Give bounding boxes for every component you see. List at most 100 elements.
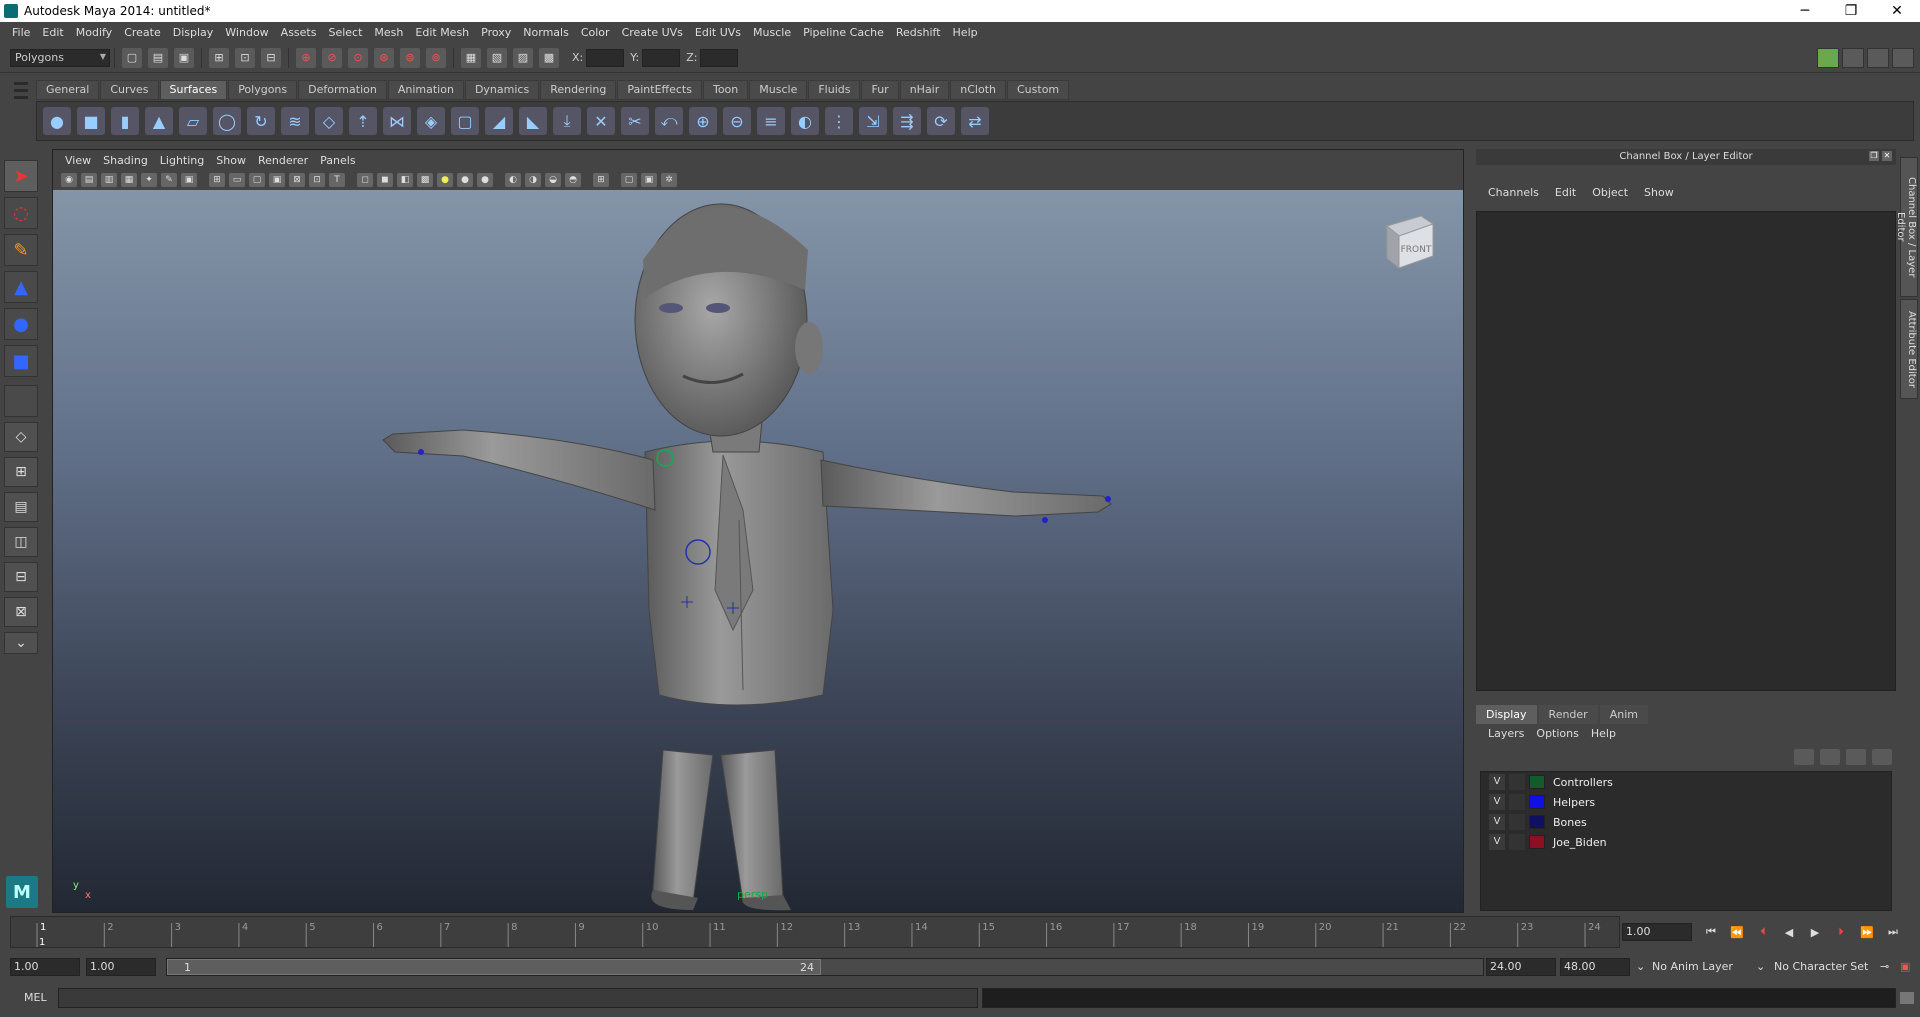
layer-tab-display[interactable]: Display [1476, 705, 1537, 724]
view-cube[interactable]: FRONT [1381, 212, 1437, 268]
attach-surfaces-icon[interactable]: ⊕ [689, 107, 717, 135]
key-icon[interactable]: ⊸ [1880, 960, 1889, 973]
snap-grid-icon[interactable]: ⊕ [296, 47, 316, 68]
viewport-canvas[interactable]: FRONT y x persp [53, 190, 1463, 912]
shelf-tab-fluids[interactable]: Fluids [808, 80, 861, 100]
menu-muscle[interactable]: Muscle [747, 26, 797, 39]
layer-type-toggle[interactable] [1509, 834, 1525, 850]
range-bar[interactable]: 1 24 [166, 958, 1484, 976]
animation-start-field[interactable]: 1.00 [10, 958, 80, 976]
reverse-direction-icon[interactable]: ⇄ [961, 107, 989, 135]
command-input[interactable] [58, 988, 978, 1008]
step-back-frame-icon[interactable]: ⏪ [1726, 922, 1748, 942]
extend-surface-icon[interactable]: ⇲ [859, 107, 887, 135]
menu-redshift[interactable]: Redshift [890, 26, 947, 39]
shelf-handle[interactable] [14, 78, 32, 138]
persp-graph-layout-icon[interactable]: ◫ [4, 527, 38, 557]
menu-edit[interactable]: Edit [36, 26, 69, 39]
menu-create-uvs[interactable]: Create UVs [616, 26, 689, 39]
layer-row[interactable]: V Bones [1481, 812, 1891, 832]
2d-pan-zoom-icon[interactable]: ✦ [141, 173, 157, 187]
select-camera-icon[interactable]: ◉ [61, 173, 77, 187]
xray-icon[interactable]: ◐ [505, 173, 521, 187]
textured-icon[interactable]: ▩ [417, 173, 433, 187]
layer-tab-render[interactable]: Render [1538, 705, 1598, 724]
viewport-menu-shading[interactable]: Shading [97, 154, 154, 167]
step-back-key-icon[interactable]: ⏴ [1752, 922, 1774, 942]
cb-menu-channels[interactable]: Channels [1480, 186, 1547, 199]
image-plane-icon[interactable]: ▦ [121, 173, 137, 187]
offset-surface-icon[interactable]: ⇶ [893, 107, 921, 135]
layer-color-swatch[interactable] [1529, 815, 1545, 829]
layer-type-toggle[interactable] [1509, 794, 1525, 810]
render-settings-icon[interactable]: ▩ [539, 47, 559, 68]
shelf-tab-general[interactable]: General [36, 80, 100, 100]
gate-mask-icon[interactable]: ▣ [269, 173, 285, 187]
close-button[interactable]: ✕ [1874, 0, 1920, 22]
shelf-tab-muscle[interactable]: Muscle [749, 80, 808, 100]
layout-options-icon[interactable]: ⌄ [4, 632, 38, 654]
toggle-modeling-toolkit-button[interactable] [1817, 48, 1839, 68]
loft-icon[interactable]: ≋ [281, 107, 309, 135]
align-surfaces-icon[interactable]: ≡ [757, 107, 785, 135]
shelf-tab-deformation[interactable]: Deformation [298, 80, 387, 100]
float-panel-icon[interactable]: ❐ [1869, 151, 1879, 161]
x-field[interactable] [586, 48, 625, 67]
four-view-layout-icon[interactable]: ⊞ [4, 457, 38, 487]
film-gate-icon[interactable]: ▭ [229, 173, 245, 187]
shelf-tab-fur[interactable]: Fur [861, 80, 899, 100]
birail-icon[interactable]: ⋈ [383, 107, 411, 135]
side-tab-channel-box[interactable]: Channel Box / Layer Editor [1895, 157, 1918, 297]
persp-outliner-layout-icon[interactable]: ▤ [4, 492, 38, 522]
square-surface-icon[interactable]: ▢ [451, 107, 479, 135]
render-view-icon[interactable]: ▦ [461, 47, 481, 68]
nurbs-torus-icon[interactable]: ◯ [213, 107, 241, 135]
viewport-menu-renderer[interactable]: Renderer [252, 154, 314, 167]
move-layer-up-icon[interactable] [1794, 749, 1814, 765]
menu-edit-mesh[interactable]: Edit Mesh [409, 26, 475, 39]
layer-tab-anim[interactable]: Anim [1599, 705, 1648, 724]
nurbs-cube-icon[interactable]: ■ [77, 107, 105, 135]
make-live-icon[interactable]: ⊚ [426, 47, 446, 68]
move-tool-icon[interactable]: ▲ [4, 271, 38, 303]
shelf-tab-polygons[interactable]: Polygons [228, 80, 298, 100]
use-all-lights-icon[interactable]: ● [437, 173, 453, 187]
grid-icon[interactable]: ⊞ [209, 173, 225, 187]
character-set-label[interactable]: No Character Set [1774, 960, 1868, 973]
menu-modify[interactable]: Modify [70, 26, 118, 39]
command-language-label[interactable]: MEL [24, 991, 47, 1004]
rebuild-surface-icon[interactable]: ⟳ [927, 107, 955, 135]
animation-preferences-icon[interactable]: ▣ [1900, 960, 1910, 973]
wireframe-on-shaded-icon[interactable]: ◧ [397, 173, 413, 187]
current-frame-field[interactable]: 1.00 [1622, 923, 1692, 941]
layer-visibility-toggle[interactable]: V [1489, 774, 1505, 790]
go-to-end-icon[interactable]: ⏭ [1882, 922, 1904, 942]
side-tab-attribute-editor[interactable]: Attribute Editor [1900, 299, 1918, 399]
play-backwards-icon[interactable]: ◀ [1778, 922, 1800, 942]
move-layer-down-icon[interactable] [1820, 749, 1840, 765]
insert-isoparm-icon[interactable]: ⋮ [825, 107, 853, 135]
snap-curve-icon[interactable]: ⊘ [322, 47, 342, 68]
select-object-icon[interactable]: ⊡ [235, 47, 255, 68]
camera-gate-icon[interactable]: ▣ [641, 173, 657, 187]
create-layer-from-selected-icon[interactable] [1872, 749, 1892, 765]
shadows-icon[interactable]: ● [457, 173, 473, 187]
minimize-button[interactable]: ─ [1782, 0, 1828, 22]
menu-pipeline-cache[interactable]: Pipeline Cache [797, 26, 890, 39]
toggle-attribute-editor-button[interactable] [1842, 48, 1864, 68]
menu-edit-uvs[interactable]: Edit UVs [689, 26, 747, 39]
screen-space-ao-icon[interactable]: ◓ [565, 173, 581, 187]
new-scene-icon[interactable]: ▢ [122, 47, 142, 68]
lock-camera-icon[interactable]: ▤ [81, 173, 97, 187]
bookmarks-icon[interactable]: ▥ [101, 173, 117, 187]
smooth-shade-icon[interactable]: ◼ [377, 173, 393, 187]
wireframe-icon[interactable]: ◻ [357, 173, 373, 187]
intersect-surfaces-icon[interactable]: ✕ [587, 107, 615, 135]
select-component-icon[interactable]: ⊟ [261, 47, 281, 68]
xray-components-icon[interactable]: ◒ [545, 173, 561, 187]
menu-window[interactable]: Window [219, 26, 274, 39]
untrim-icon[interactable]: ⤺ [655, 107, 683, 135]
scale-tool-icon[interactable]: ■ [4, 345, 38, 377]
default-material-icon[interactable]: ● [477, 173, 493, 187]
nurbs-cylinder-icon[interactable]: ▮ [111, 107, 139, 135]
